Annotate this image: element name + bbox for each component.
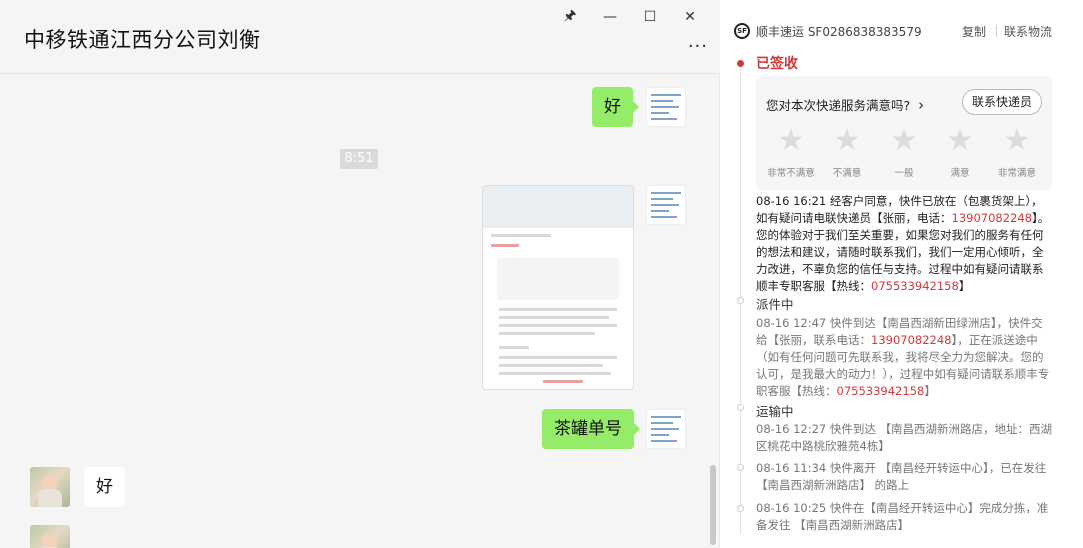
status-in-transit: 运输中 [756,404,794,419]
tracking-number: 顺丰速运 SF0286838383579 [756,25,922,39]
hotline-link[interactable]: 075533942158 [871,279,959,293]
event-text: 】 [958,279,971,293]
maximize-icon[interactable]: ☐ [630,6,670,28]
timeline-dot [737,505,744,512]
chat-window: 中移铁通江西分公司刘衡 🖈 — ☐ ✕ ··· 好 8:51 茶罐单号 好 [0,0,720,548]
contact-courier-button[interactable]: 联系快递员 [962,89,1042,115]
star-icon[interactable]: ★ [945,126,975,156]
timeline-dot [737,404,744,411]
close-icon[interactable]: ✕ [670,6,710,28]
divider [996,25,997,37]
rating-label: 满意 [950,168,970,179]
star-icon[interactable]: ★ [832,126,862,156]
event-transit: 08-16 11:34 快件离开 【南昌经开转运中心】，已在发往【南昌西湖新洲路… [756,461,1047,492]
chat-title: 中移铁通江西分公司刘衡 [24,28,261,52]
rating-label: 非常满意 [997,168,1036,179]
chevron-right-icon: › [918,96,925,114]
more-options-button[interactable]: ··· [688,36,708,57]
event-dispatch: 08-16 12:47 快件到达【南昌西湖新田绿洲店】，快件交给【张丽，联系电话… [756,315,1054,400]
rating-label: 一般 [894,168,914,179]
rating-question-text: 您对本次快递服务满意吗? [766,98,911,113]
message-list[interactable]: 好 8:51 茶罐单号 好 [0,75,720,548]
message-bubble-sent[interactable]: 茶罐单号 [542,409,640,449]
rating-card: 您对本次快递服务满意吗? › 联系快递员 ★ ★ ★ ★ ★ 非常不满意 不满意… [756,76,1052,190]
my-avatar[interactable] [646,409,686,449]
tracking-header: SF 顺丰速运 SF0286838383579 复制 联系物流 [724,12,1066,48]
hotline-link[interactable]: 075533942158 [837,384,925,398]
minimize-icon[interactable]: — [590,6,630,28]
event-text: 】 [924,384,936,398]
rating-question[interactable]: 您对本次快递服务满意吗? › [766,95,924,114]
phone-link[interactable]: 13907082248 [871,333,951,347]
timeline-dot [737,297,744,304]
my-avatar[interactable] [646,185,686,225]
screenshot-root: 中移铁通江西分公司刘衡 🖈 — ☐ ✕ ··· 好 8:51 茶罐单号 好 SF… [0,0,1083,548]
image-message-thumbnail[interactable] [482,185,634,390]
event-signed: 08-16 16:21 经客户同意，快件已放在（包裹货架上），如有疑问请电联快递… [756,193,1054,295]
chat-header: 中移铁通江西分公司刘衡 🖈 — ☐ ✕ ··· [0,0,720,74]
rating-label: 非常不满意 [767,168,815,179]
timeline-dot [737,464,744,471]
contact-avatar[interactable] [30,467,70,507]
chat-scrollbar[interactable] [710,465,716,545]
pin-icon[interactable]: 🖈 [550,6,590,28]
status-signed: 已签收 [756,56,798,72]
copy-button[interactable]: 复制 [962,23,986,40]
timeline-dot-active [737,60,744,67]
event-transit: 08-16 10:25 快件在【南昌经开转运中心】完成分拣，准备发往 【南昌西湖… [756,501,1049,532]
sf-logo-icon: SF [734,23,750,39]
tracking-panel: SF 顺丰速运 SF0286838383579 复制 联系物流 已签收 您对本次… [724,12,1066,534]
window-controls: 🖈 — ☐ ✕ [550,6,710,28]
contact-avatar[interactable] [30,525,70,548]
star-icon[interactable]: ★ [889,126,919,156]
rating-label: 不满意 [832,168,862,179]
my-avatar[interactable] [646,87,686,127]
contact-logistics-button[interactable]: 联系物流 [1004,23,1052,40]
event-transit: 08-16 12:27 快件到达 【南昌西湖新洲路店，地址：西湖区桃花中路桃欣雅… [756,422,1053,453]
status-dispatching: 派件中 [756,297,794,312]
star-icon[interactable]: ★ [1002,126,1032,156]
star-icon[interactable]: ★ [776,126,806,156]
message-timestamp: 8:51 [340,149,378,169]
phone-link[interactable]: 13907082248 [952,211,1032,225]
message-bubble-sent[interactable]: 好 [592,87,639,127]
message-bubble-received[interactable]: 好 [84,467,125,507]
